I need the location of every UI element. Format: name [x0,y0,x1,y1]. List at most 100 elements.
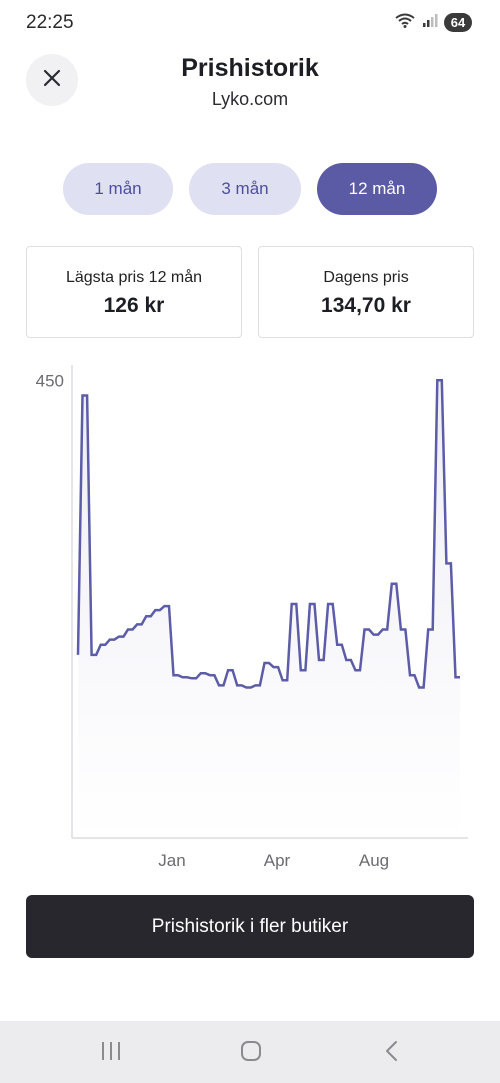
price-point [318,659,320,661]
price-point [291,603,293,605]
price-point [182,677,184,679]
price-point [323,659,325,661]
price-point [159,609,161,611]
price-point [427,629,429,631]
price-point [386,629,388,631]
back-button[interactable] [382,1039,402,1068]
price-point [400,629,402,631]
price-point [359,669,361,671]
price-point [86,395,88,397]
tab-12-months[interactable]: 12 mån [317,163,437,215]
back-icon [382,1041,402,1067]
price-point [286,680,288,682]
price-point [305,669,307,671]
price-point [209,674,211,676]
todays-price-label: Dagens pris [323,269,409,286]
price-point [164,605,166,607]
price-point [364,629,366,631]
recents-button[interactable] [100,1039,122,1068]
home-icon [239,1041,263,1067]
price-point [314,603,316,605]
price-point [250,687,252,689]
x-tick-label: Apr [264,851,291,870]
price-point [405,629,407,631]
price-point [114,639,116,641]
price-point [218,685,220,687]
price-point [350,659,352,661]
price-point [91,654,93,656]
page-title: Prishistorik [181,54,319,82]
price-point [195,678,197,680]
price-point [145,615,147,617]
home-button[interactable] [239,1039,263,1068]
price-point [282,680,284,682]
price-point [268,662,270,664]
price-point [246,687,248,689]
price-point [346,659,348,661]
price-point [127,629,129,631]
price-point [277,666,279,668]
price-point [455,677,457,679]
price-point [118,636,120,638]
price-point [136,624,138,626]
lowest-price-label: Lägsta pris 12 mån [65,269,203,286]
battery-indicator: 64 [444,13,472,32]
price-point [341,644,343,646]
todays-price-card: Dagens pris 134,70 kr [258,246,474,338]
price-point [332,603,334,605]
price-point [368,629,370,631]
price-point [459,677,461,679]
x-tick-label: Aug [359,851,389,870]
price-point [205,672,207,674]
price-point [414,674,416,676]
price-point [437,380,439,382]
price-point [432,629,434,631]
price-point [396,583,398,585]
price-point [132,629,134,631]
price-point [355,669,357,671]
price-point [377,634,379,636]
price-point [82,395,84,397]
price-point [446,563,448,565]
price-point [100,644,102,646]
lowest-price-card: Lägsta pris 12 mån 126 kr [26,246,242,338]
price-point [241,685,243,687]
price-point [186,677,188,679]
recents-icon [100,1042,122,1067]
price-point [236,685,238,687]
wifi-icon [394,12,416,33]
period-tabs: 1 mån 3 mån 12 mån [0,163,500,215]
price-point [95,654,97,656]
price-point [309,603,311,605]
price-point [141,624,143,626]
more-stores-button[interactable]: Prishistorik i fler butiker [26,895,474,958]
price-point [77,654,79,656]
y-tick-label: 450 [36,371,64,390]
store-name: Lyko.com [211,89,289,109]
tab-1-month[interactable]: 1 mån [63,163,173,215]
price-point [223,685,225,687]
price-point [214,674,216,676]
tab-3-months[interactable]: 3 mån [189,163,301,215]
price-point [232,669,234,671]
price-point [273,666,275,668]
price-point [300,669,302,671]
price-point [296,603,298,605]
price-point [191,678,193,680]
price-point [109,639,111,641]
price-point [391,583,393,585]
price-point [227,669,229,671]
price-history-chart: 450 Jan Apr Aug [36,365,468,870]
price-point [423,687,425,689]
lowest-price-value: 126 kr [103,294,165,317]
price-point [150,615,152,617]
price-point [327,603,329,605]
status-icons: 64 [394,12,472,33]
price-point [259,685,261,687]
price-point [418,687,420,689]
price-area-fill [78,380,460,838]
price-point [255,685,257,687]
price-point [155,609,157,611]
price-point [409,674,411,676]
price-point [173,674,175,676]
